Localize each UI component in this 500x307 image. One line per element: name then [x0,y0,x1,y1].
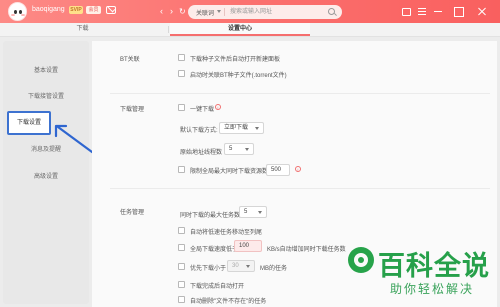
speed-threshold-input[interactable]: 100 [234,240,262,252]
label-auto-delete: 自动删除"文件不存在"的任务 [190,299,267,305]
maximize-icon[interactable] [452,5,464,17]
origin-threads-select[interactable]: 5 [224,143,254,155]
label-limit-global: 限制全局最大同时下载资源数 [190,169,269,175]
close-icon[interactable] [476,5,488,17]
title-bar: baoqigang SVIP 会员 ‹ › ↻ 关联词 [0,0,500,23]
checkbox-speed-increase[interactable] [178,244,185,251]
label-small-prefix: 优先下载小于 [190,266,227,272]
max-tasks-select[interactable]: 5 [239,206,267,218]
user-avatar[interactable] [8,2,27,21]
skin-icon[interactable] [400,5,412,17]
menu-line [418,8,426,9]
info-icon[interactable]: i [215,104,221,110]
section-title-bt: BT关联 [120,57,140,63]
search-divider [224,8,225,16]
label-bt-open-panel: 下载种子文件后自动打开新建面板 [190,57,281,63]
search-scope-select[interactable]: 关联词 [196,8,214,17]
watermark: 百科全说 助你轻松解决 [348,244,498,304]
forward-button[interactable]: › [170,7,173,16]
search-box[interactable]: 关联词 [188,5,342,19]
back-button[interactable]: ‹ [160,7,163,16]
avatar-cheek-icon [21,14,25,16]
limit-global-input[interactable]: 500 [266,164,290,176]
chevron-down-icon[interactable] [217,10,221,13]
tab-bar: 下载 设置中心 [0,23,500,37]
checkbox-open-after[interactable] [178,281,185,288]
default-mode-select[interactable]: 立即下载 [219,122,264,134]
sidebar-item-advanced[interactable]: 高级设置 [3,165,89,189]
watermark-title: 百科全说 [378,251,490,282]
label-auto-move: 自动将低速任务移动至列尾 [190,230,263,236]
info-icon[interactable]: i [295,166,301,172]
label-speed-prefix: 全局下载速度低于 [190,247,239,253]
section-divider [110,188,490,189]
max-tasks-value: 5 [244,209,248,215]
checkbox-bt-associate[interactable] [178,70,185,77]
settings-sidebar: 基本设置 下载接管设置 下载设置 消息及提醒 高级设置 [3,41,89,304]
menu-line [418,11,426,12]
message-icon[interactable] [106,6,116,14]
sidebar-item-download-takeover[interactable]: 下载接管设置 [3,85,89,109]
menu-line [418,14,426,15]
sidebar-item-basic[interactable]: 基本设置 [3,59,89,83]
label-speed-suffix: KB/s自动增加同时下载任务数 [267,247,346,253]
section-title-download-mgmt: 下载管理 [120,107,145,113]
label-open-after: 下载完成后自动打开 [190,284,245,290]
chevron-down-icon [255,127,259,130]
label-one-click: 一键下载 [190,107,215,113]
checkbox-limit-global[interactable] [178,166,185,173]
checkbox-small-first[interactable] [178,263,185,270]
sidebar-item-notifications[interactable]: 消息及提醒 [3,138,89,162]
member-badge[interactable]: 会员 [86,6,101,14]
label-bt-associate: 启动时关联BT种子文件(.torrent文件) [190,73,287,79]
checkbox-auto-move[interactable] [178,227,185,234]
origin-threads-value: 5 [229,146,233,152]
avatar-cheek-icon [11,14,15,16]
default-mode-value: 立即下载 [224,125,249,131]
search-input[interactable] [230,7,320,17]
tab-separator [168,26,169,33]
chevron-down-icon [258,211,262,214]
label-max-tasks: 同时下载的最大任务数 [180,213,241,219]
checkbox-one-click[interactable] [178,104,185,111]
sidebar-item-download-settings[interactable]: 下载设置 [7,111,51,135]
refresh-button[interactable]: ↻ [179,7,186,16]
tab-download[interactable]: 下载 [0,23,165,36]
label-small-suffix: MB的任务 [260,266,288,272]
menu-icon[interactable] [416,5,428,17]
svip-badge[interactable]: SVIP [69,6,83,14]
small-size-value: 30 [232,263,239,269]
username[interactable]: baoqigang [32,6,65,13]
checkbox-auto-delete[interactable] [178,296,185,303]
chevron-down-icon [245,148,249,151]
label-origin-threads: 原始地址线程数 [180,150,223,156]
checkbox-bt-open-panel[interactable] [178,54,185,61]
watermark-subtitle: 助你轻松解决 [390,282,475,296]
tab-settings[interactable]: 设置中心 [170,23,310,36]
small-size-select[interactable]: 30 [227,260,255,272]
search-icon[interactable] [328,8,335,15]
label-default-mode: 默认下载方式: [180,128,218,134]
section-divider [110,93,490,94]
watermark-logo-icon [348,247,374,273]
chevron-down-icon [246,265,250,268]
minimize-icon[interactable] [432,5,444,17]
section-title-task-mgmt: 任务管理 [120,210,145,216]
